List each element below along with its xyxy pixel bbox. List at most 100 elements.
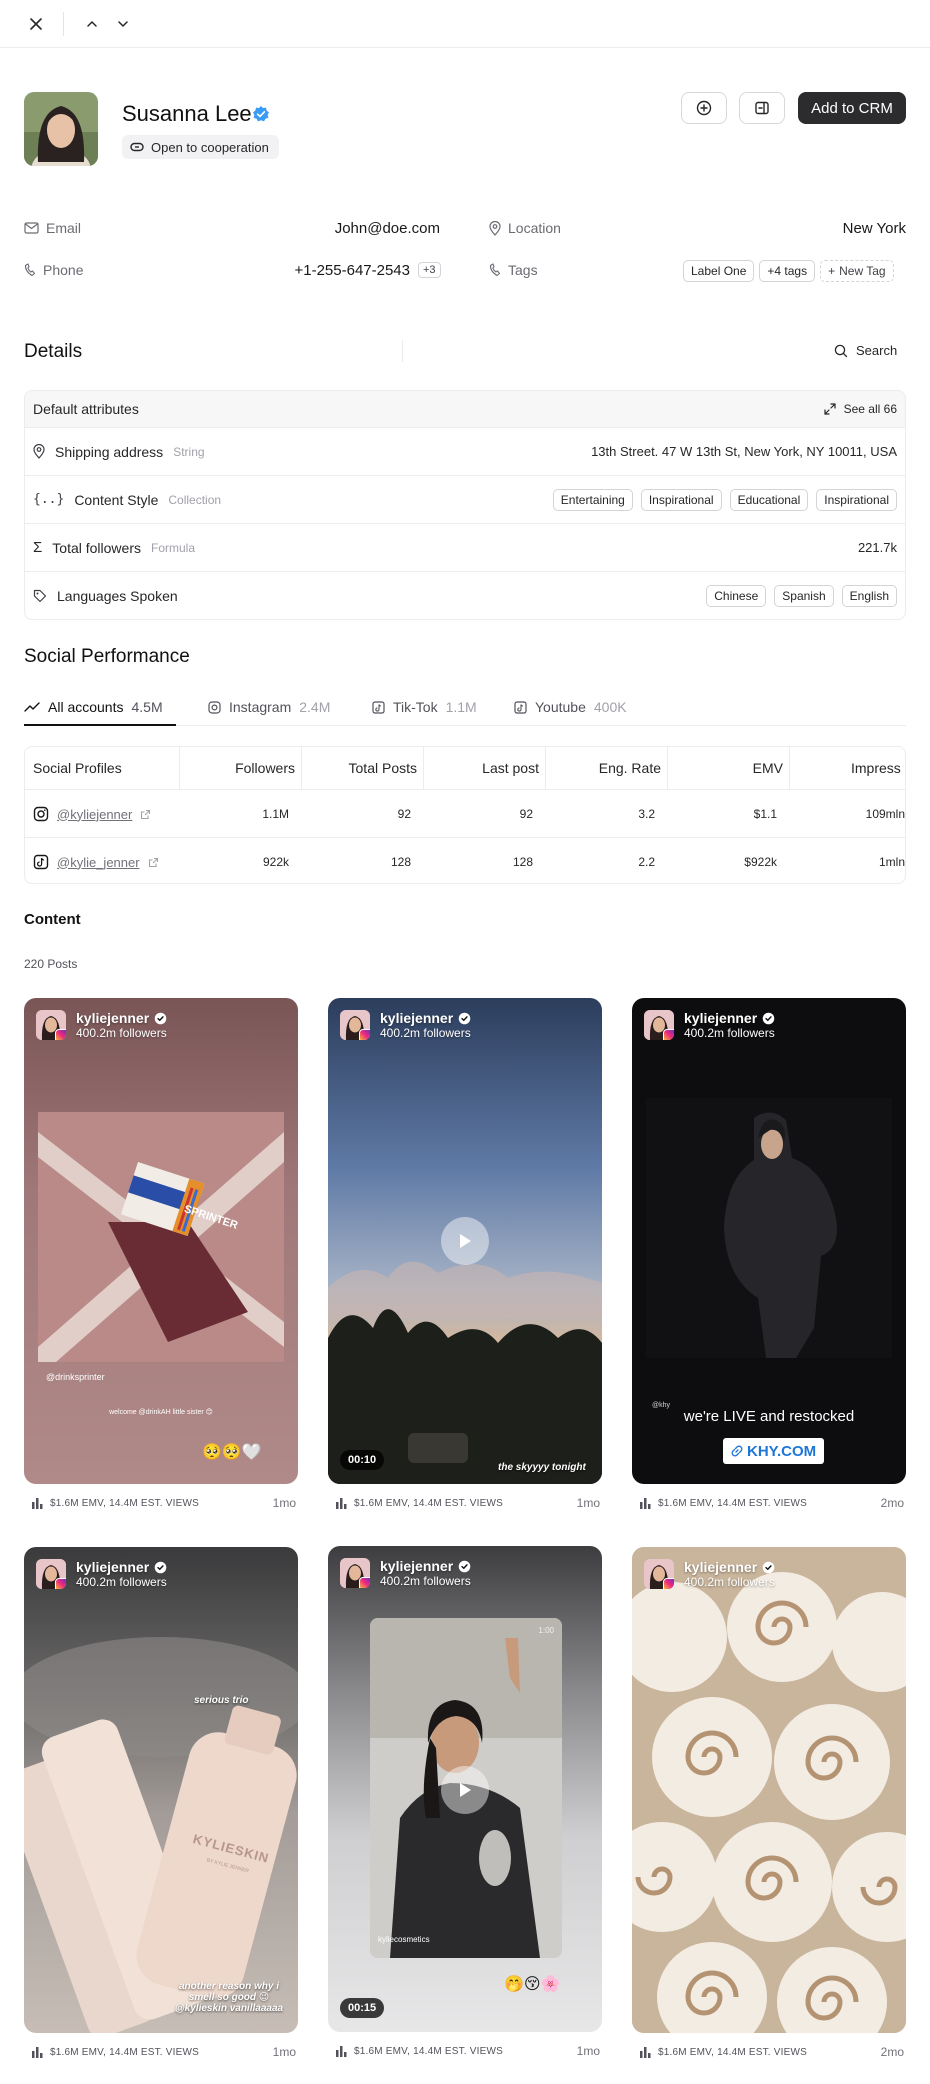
post-card[interactable]: kyliecosmetics 1:00 🤭😚🌸 00:15 kyliejenne… — [328, 1546, 602, 2032]
phone-icon — [24, 263, 36, 277]
expand-icon — [824, 403, 836, 415]
external-link-icon[interactable] — [140, 809, 151, 820]
close-icon[interactable] — [24, 12, 48, 36]
phone-value[interactable]: +1-255-647-2543 — [230, 262, 410, 279]
post-link-sticker[interactable]: KHY.COM — [723, 1438, 825, 1464]
post-card[interactable]: SPRINTER @drinksprinter welcome @drinkAH… — [24, 998, 298, 1484]
emv-cell: $922k — [744, 855, 777, 869]
attribute-value: 221.7k — [857, 540, 897, 555]
bar-chart-icon — [32, 1497, 43, 1509]
play-button[interactable] — [441, 1217, 489, 1265]
details-search-button[interactable]: Search — [834, 343, 897, 358]
chevron-up-icon[interactable] — [80, 12, 104, 36]
post-author: kyliejenner 400.2m followers — [340, 1558, 471, 1588]
post-age: 1mo — [272, 2045, 296, 2059]
post-image — [632, 1547, 906, 2033]
plus-icon: + — [828, 264, 836, 278]
author-name-row: kyliejenner — [684, 1010, 775, 1026]
add-to-crm-button[interactable]: Add to CRM — [798, 92, 906, 124]
post-emoji: 🥺🥺🤍 — [202, 1444, 262, 1461]
see-all-label: See all 66 — [843, 402, 897, 416]
author-followers: 400.2m followers — [380, 1026, 471, 1040]
attribute-type: String — [173, 444, 205, 459]
phone-label: Phone — [43, 262, 84, 278]
post-meta: $1.6M EMV, 14.4M EST. VIEWS 1mo — [336, 2044, 600, 2058]
post-card[interactable]: @khy we're LIVE and restocked KHY.COM ky… — [632, 998, 906, 1484]
phone-extra-badge[interactable]: +3 — [418, 262, 441, 278]
post-card[interactable]: the skyyyy tonight 00:10 kyliejenner 400… — [328, 998, 602, 1484]
column-header[interactable]: Eng. Rate — [545, 747, 661, 789]
post-card[interactable]: kyliejenner 400.2m followers — [632, 1547, 906, 2033]
tab-label: Tik-Tok — [393, 699, 438, 715]
post-meta: $1.6M EMV, 14.4M EST. VIEWS 1mo — [32, 1496, 296, 1510]
add-button[interactable] — [681, 92, 727, 124]
tab-instagram[interactable]: Instagram 2.4M — [208, 688, 330, 726]
table-row[interactable]: @kyliejenner 1.1M 92 92 3.2 $1.1 109mln — [25, 789, 905, 837]
column-header[interactable]: Social Profiles — [33, 747, 122, 789]
more-tags-chip[interactable]: +4 tags — [759, 260, 816, 282]
tags-label-group: Tags — [489, 262, 538, 278]
column-header[interactable]: Impress — [851, 747, 901, 789]
panel-button[interactable] — [739, 92, 785, 124]
location-pin-icon — [489, 220, 501, 236]
default-attributes-label: Default attributes — [33, 401, 139, 417]
attribute-name: Content Style — [74, 491, 159, 508]
column-header[interactable]: Total Posts — [301, 747, 417, 789]
profile-handle-link[interactable]: @kyliejenner — [57, 807, 132, 822]
cooperation-badge: Open to cooperation — [122, 135, 279, 159]
play-icon — [458, 1782, 472, 1798]
attribute-type: Formula — [150, 540, 195, 555]
external-link-icon[interactable] — [148, 857, 159, 868]
tiktok-icon — [33, 854, 49, 870]
tab-tiktok[interactable]: Tik-Tok 1.1M — [372, 688, 477, 726]
posts-count: 220 Posts — [24, 957, 78, 971]
post-age: 1mo — [576, 1496, 600, 1510]
attributes-header: Default attributes See all 66 — [25, 391, 905, 427]
attributes-panel: Default attributes See all 66 Shipping a… — [24, 390, 906, 620]
embedded-video-label: kyliecosmetics — [378, 1935, 430, 1944]
play-button[interactable] — [441, 1766, 489, 1814]
chevron-down-icon[interactable] — [111, 12, 135, 36]
author-name-row: kyliejenner — [684, 1559, 775, 1575]
column-header[interactable]: EMV — [667, 747, 783, 789]
column-header[interactable]: Last post — [423, 747, 539, 789]
active-tab-indicator — [24, 724, 176, 726]
attribute-name: Total followers — [52, 539, 141, 556]
author-name: kyliejenner — [684, 1010, 758, 1026]
post-meta: $1.6M EMV, 14.4M EST. VIEWS 1mo — [336, 1496, 600, 1510]
attribute-chips: Entertaining Inspirational Educational I… — [552, 488, 897, 511]
tag-chip[interactable]: Label One — [683, 260, 755, 282]
profile-handle-link[interactable]: @kylie_jenner — [57, 855, 140, 870]
column-header[interactable]: Followers — [179, 747, 295, 789]
tab-all-accounts[interactable]: All accounts 4.5M — [24, 688, 163, 726]
new-tag-button[interactable]: + New Tag — [820, 260, 894, 282]
post-meta: $1.6M EMV, 14.4M EST. VIEWS 2mo — [640, 2045, 904, 2059]
total-posts-cell: 92 — [397, 807, 411, 821]
post-stats: $1.6M EMV, 14.4M EST. VIEWS — [50, 1497, 199, 1509]
email-value[interactable]: John@doe.com — [240, 220, 440, 237]
email-label-group: Email — [24, 220, 81, 236]
social-performance-title: Social Performance — [24, 646, 190, 667]
embedded-video-time: 1:00 — [538, 1626, 554, 1635]
author-name: kyliejenner — [380, 1010, 454, 1026]
see-all-button[interactable]: See all 66 — [824, 402, 897, 416]
post-meta: $1.6M EMV, 14.4M EST. VIEWS 1mo — [32, 2045, 296, 2059]
post-stats: $1.6M EMV, 14.4M EST. VIEWS — [50, 2046, 199, 2058]
chip: Inspirational — [816, 488, 897, 511]
post-caption-top: serious trio — [194, 1695, 249, 1706]
link-icon — [130, 142, 144, 152]
post-author: kyliejenner 400.2m followers — [644, 1010, 775, 1040]
tab-count: 400K — [593, 699, 627, 715]
email-label: Email — [46, 220, 82, 236]
column-divider — [789, 747, 790, 789]
table-row[interactable]: @kylie_jenner 922k 128 128 2.2 $922k 1ml… — [25, 837, 905, 883]
post-stats: $1.6M EMV, 14.4M EST. VIEWS — [658, 1497, 807, 1509]
post-stats: $1.6M EMV, 14.4M EST. VIEWS — [354, 1497, 503, 1509]
plus-circle-icon — [696, 100, 712, 116]
tab-count: 4.5M — [131, 699, 163, 715]
author-name: kyliejenner — [76, 1559, 150, 1575]
verified-icon — [154, 1561, 167, 1574]
post-card[interactable]: KYLIESKIN BY KYLIE JENNER serious trio a… — [24, 1547, 298, 2033]
tag-icon — [33, 589, 47, 603]
tab-youtube[interactable]: Youtube 400K — [514, 688, 627, 726]
